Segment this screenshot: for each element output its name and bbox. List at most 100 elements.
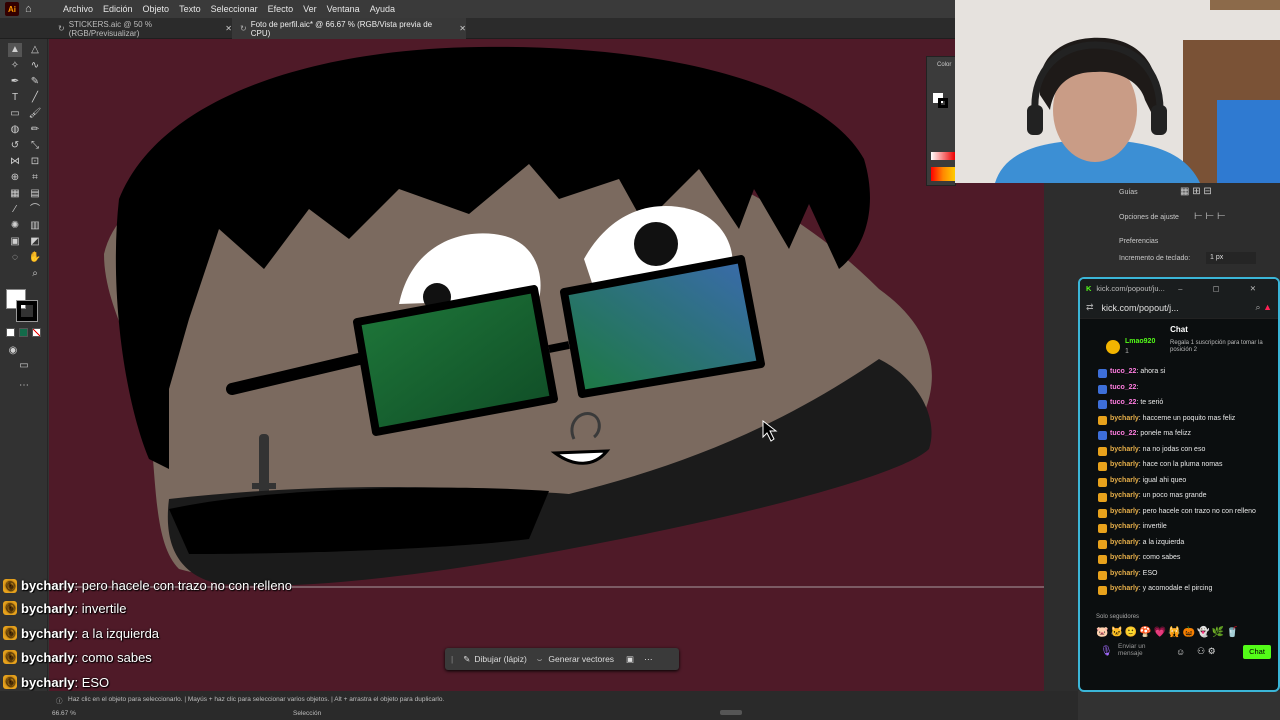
color-ramp[interactable] <box>931 167 955 181</box>
menu-objeto[interactable]: Objeto <box>143 4 170 14</box>
lasso-icon[interactable]: ∿ <box>28 59 42 73</box>
chat-text: : <box>1136 383 1139 391</box>
chat-send-button[interactable]: Chat <box>1243 645 1271 659</box>
overlay-username: bycharly <box>21 625 75 641</box>
color-mode-icon[interactable] <box>6 328 15 337</box>
webcam-image <box>955 0 1280 183</box>
screen-mode-icon[interactable]: ▭ <box>17 359 31 373</box>
menu-ver[interactable]: Ver <box>303 4 317 14</box>
zoom-level[interactable]: 66.67 % <box>52 710 76 717</box>
artboard-tool-icon[interactable]: ▣ <box>8 235 22 249</box>
tab-stickers[interactable]: ↻ STICKERS.aic @ 50 % (RGB/Previsualizar… <box>50 18 232 39</box>
eraser-icon[interactable]: ◌ <box>8 251 22 265</box>
chat-username[interactable]: bycharly <box>1110 492 1139 499</box>
close-icon[interactable]: ✕ <box>459 24 466 33</box>
chat-username[interactable]: tuco_22 <box>1110 399 1136 406</box>
generate-vectors-button[interactable]: Generar vectores <box>548 654 614 664</box>
magic-wand-icon[interactable]: ✧ <box>8 59 22 73</box>
grid-icon[interactable]: ▦ ⊞ ⊟ <box>1180 186 1212 197</box>
horizontal-scrollbar[interactable] <box>720 710 742 715</box>
chat-username[interactable]: bycharly <box>1110 539 1139 546</box>
color-panel: Color <box>926 56 956 186</box>
window-controls[interactable]: – ▢ ✕ <box>1178 284 1270 293</box>
chat-username[interactable]: bycharly <box>1110 415 1139 422</box>
stroke-swatch[interactable] <box>16 300 38 322</box>
menu-texto[interactable]: Texto <box>179 4 201 14</box>
free-transform-icon[interactable]: ⊡ <box>28 155 42 169</box>
tab-label: Foto de perfil.aic* @ 66.67 % (RGB/Vista… <box>250 19 433 38</box>
blend-tool-icon[interactable]: ⌒ <box>28 203 42 217</box>
tab-foto-de-perfil[interactable]: ↻ Foto de perfil.aic* @ 66.67 % (RGB/Vis… <box>232 18 466 39</box>
emote-icons[interactable]: 🐷🐱🙂🍄💗🙀🎃👻🌿🥤 <box>1096 627 1241 638</box>
menu-ventana[interactable]: Ventana <box>327 4 360 14</box>
chat-username[interactable]: bycharly <box>1110 523 1139 530</box>
pencil-icon: ✎ <box>463 653 471 664</box>
hand-tool-icon[interactable]: ✋ <box>28 251 42 265</box>
zoom-tool-icon[interactable]: ⌕ <box>28 267 42 281</box>
chat-username[interactable]: bycharly <box>1110 461 1139 468</box>
curvature-tool-icon[interactable]: ✎ <box>28 75 42 89</box>
paintbrush-icon[interactable]: 🖌 <box>28 107 42 121</box>
width-tool-icon[interactable]: ⋈ <box>8 155 22 169</box>
image-icon[interactable]: ▣ <box>626 654 634 665</box>
chat-username[interactable]: bycharly <box>1110 508 1139 515</box>
menu-efecto[interactable]: Efecto <box>268 4 294 14</box>
overlay-chat-message: ⓑ bycharly: como sabes <box>3 646 152 668</box>
chat-username[interactable]: tuco_22 <box>1110 430 1136 437</box>
url-text[interactable]: kick.com/popout/j... <box>1102 303 1179 313</box>
chat-username[interactable]: tuco_22 <box>1110 368 1136 375</box>
chat-username[interactable]: bycharly <box>1110 570 1139 577</box>
menu-ayuda[interactable]: Ayuda <box>370 4 395 14</box>
chat-username[interactable]: tuco_22 <box>1110 384 1136 391</box>
scale-tool-icon[interactable]: ⤡ <box>28 139 42 153</box>
type-tool-icon[interactable]: T <box>8 91 22 105</box>
status-mode[interactable]: Selección <box>293 710 321 717</box>
rectangle-tool-icon[interactable]: ▭ <box>8 107 22 121</box>
close-icon[interactable]: ✕ <box>225 24 232 33</box>
settings-icons[interactable]: ⚇ ⚙ <box>1197 646 1216 657</box>
incremento-input[interactable]: 1 px <box>1206 252 1256 264</box>
mesh-tool-icon[interactable]: ▦ <box>8 187 22 201</box>
line-tool-icon[interactable]: ╱ <box>28 91 42 105</box>
perspective-grid-icon[interactable]: ⌗ <box>28 171 42 185</box>
overlay-username: bycharly <box>21 674 75 690</box>
send-message-input[interactable]: Enviar un mensaje <box>1118 643 1148 657</box>
chat-username[interactable]: bycharly <box>1110 585 1139 592</box>
chat-username[interactable]: bycharly <box>1110 554 1139 561</box>
site-settings-icon[interactable]: ⇄ <box>1086 302 1094 313</box>
emoji-icon[interactable]: ☺ <box>1176 647 1185 657</box>
chat-username[interactable]: bycharly <box>1110 477 1139 484</box>
shape-builder-icon[interactable]: ⊕ <box>8 171 22 185</box>
status-bar: ⓘ Haz clic en el objeto para seleccionar… <box>0 691 1078 720</box>
menu-seleccionar[interactable]: Seleccionar <box>211 4 258 14</box>
selection-tool-icon[interactable]: ▲ <box>8 43 22 57</box>
menu-archivo[interactable]: Archivo <box>63 4 93 14</box>
draw-mode-icon[interactable]: ◉ <box>6 344 20 358</box>
none-mode-icon[interactable] <box>32 328 41 337</box>
direct-selection-tool-icon[interactable]: △ <box>28 43 42 57</box>
snap-icons[interactable]: ⊢ ⊢ ⊢ <box>1194 211 1226 222</box>
artboard-canvas[interactable] <box>49 39 1044 691</box>
shaper-tool-icon[interactable]: ◍ <box>8 123 22 137</box>
more-tools-icon[interactable]: ⋯ <box>17 379 31 393</box>
column-graph-icon[interactable]: ▥ <box>28 219 42 233</box>
draw-pencil-button[interactable]: Dibujar (lápiz) <box>474 654 526 664</box>
pencil-tool-icon[interactable]: ✏ <box>28 123 42 137</box>
eyedropper-icon[interactable]: ⁄ <box>8 203 22 217</box>
menu-edicion[interactable]: Edición <box>103 4 133 14</box>
stroke-color-swatch[interactable] <box>938 98 948 108</box>
drag-handle-icon[interactable]: | <box>451 654 453 664</box>
gradient-mode-icon[interactable] <box>19 328 28 337</box>
symbol-sprayer-icon[interactable]: ✺ <box>8 219 22 233</box>
zoom-icon[interactable]: ⌕ ▲ <box>1256 302 1272 313</box>
overlay-username: bycharly <box>21 578 75 593</box>
microphone-icon[interactable]: 🎙 <box>1100 646 1113 657</box>
rotate-tool-icon[interactable]: ↺ <box>8 139 22 153</box>
gradient-tool-icon[interactable]: ▤ <box>28 187 42 201</box>
pen-tool-icon[interactable]: ✒ <box>8 75 22 89</box>
slice-tool-icon[interactable]: ◩ <box>28 235 42 249</box>
color-spectrum[interactable] <box>931 152 955 160</box>
home-icon[interactable]: ⌂ <box>25 3 43 15</box>
more-options-icon[interactable]: ⋯ <box>644 654 653 665</box>
chat-username[interactable]: bycharly <box>1110 446 1139 453</box>
